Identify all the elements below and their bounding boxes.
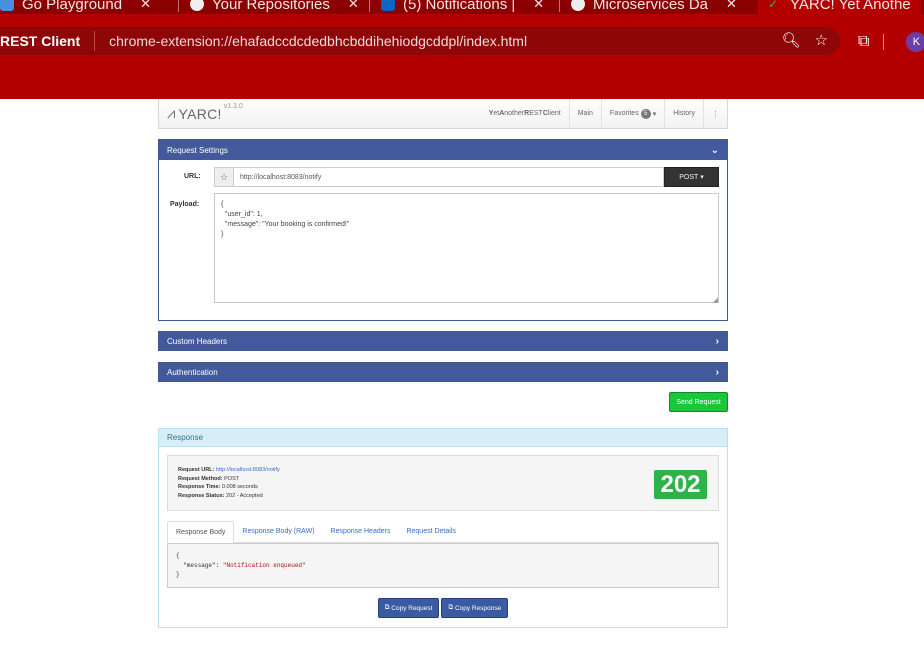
site-chip[interactable]: REST Client	[0, 31, 96, 51]
yarc-favicon-icon: ✓	[768, 0, 779, 11]
address-url[interactable]: chrome-extension://ehafadccdcdedbhcbddih…	[109, 33, 527, 49]
yarc-logo-icon: ⩘	[167, 105, 176, 122]
panel-title: Authentication	[167, 367, 218, 377]
brand-name: YARC!	[178, 106, 222, 122]
custom-headers-panel[interactable]: Custom Headers ›	[158, 331, 728, 351]
browser-tab-repositories[interactable]: Your Repositories ✕	[190, 0, 359, 14]
chevron-down-icon: ⌄	[710, 144, 719, 156]
authentication-panel[interactable]: Authentication ›	[158, 362, 728, 382]
resize-grip-icon[interactable]: ◢	[713, 296, 718, 304]
tab-title: Go Playground	[22, 0, 123, 13]
tab-response-body-raw[interactable]: Response Body (RAW)	[234, 521, 322, 542]
go-favicon-icon	[0, 0, 14, 11]
github-favicon-icon	[190, 0, 204, 11]
tab-response-headers[interactable]: Response Headers	[323, 521, 399, 542]
brand-version: v1.3.0	[223, 103, 243, 110]
chevron-right-icon: ›	[715, 366, 719, 378]
request-settings-panel: Request Settings ⌄ URL: ☆ http://localho…	[158, 139, 728, 321]
caret-down-icon: ▾	[652, 110, 657, 118]
nav-main[interactable]: Main	[568, 99, 601, 128]
app-navbar: ⩘ YARC! v1.3.0 Yet Another R EST Client M…	[158, 99, 728, 129]
browser-tab-go-playground[interactable]: Go Playground ✕	[0, 0, 151, 14]
request-method: POST	[224, 475, 240, 482]
close-icon[interactable]: ✕	[726, 0, 737, 12]
panel-title: Request Settings	[167, 145, 228, 155]
tab-request-details[interactable]: Request Details	[398, 521, 463, 542]
copy-request-button[interactable]: ⧉ Copy Request	[377, 598, 440, 618]
header-band	[0, 64, 924, 99]
request-url-link[interactable]: http://localhost:8083/notify	[216, 467, 280, 473]
close-icon[interactable]: ✕	[348, 0, 359, 12]
favorites-count-badge: 5	[640, 108, 651, 119]
tab-response-body[interactable]: Response Body	[167, 521, 235, 543]
brand[interactable]: ⩘ YARC! v1.3.0	[167, 103, 243, 122]
method-dropdown[interactable]: POST ▾	[664, 167, 719, 187]
request-settings-header[interactable]: Request Settings ⌄	[159, 140, 727, 160]
payload-label: Payload:	[170, 201, 200, 208]
address-bar[interactable]: REST Client chrome-extension://ehafadccd…	[0, 27, 840, 55]
profile-avatar[interactable]: K	[906, 32, 924, 52]
caret-down-icon: ▾	[700, 174, 704, 181]
url-input[interactable]: http://localhost:8083/notify	[234, 167, 664, 187]
panel-title: Custom Headers	[167, 336, 228, 346]
browser-tab-microservices[interactable]: Microservices Da ✕	[571, 0, 737, 14]
linkedin-favicon-icon	[381, 0, 395, 11]
close-icon[interactable]: ✕	[140, 0, 151, 12]
tab-title: YARC! Yet Anothe	[790, 0, 911, 13]
chrome-favicon-icon	[571, 0, 585, 11]
extensions-puzzle-icon[interactable]: ⧉	[858, 33, 869, 51]
response-header: Response	[159, 429, 727, 447]
tab-title: Microservices Da	[593, 0, 709, 13]
nav-tagline: Yet Another R EST Client	[488, 110, 561, 117]
tab-title: Your Repositories	[212, 0, 330, 13]
tab-strip: Go Playground ✕ Your Repositories ✕ (5) …	[0, 0, 924, 14]
copy-response-button[interactable]: ⧉ Copy Response	[441, 598, 509, 618]
response-summary: Request URL: http://localhost:8083/notif…	[167, 455, 719, 511]
status-code-badge: 202	[654, 470, 707, 499]
browser-toolbar: REST Client chrome-extension://ehafadccd…	[0, 14, 924, 64]
chevron-right-icon: ›	[715, 335, 719, 347]
response-status: 202 - Accepted	[226, 492, 263, 499]
nav-favorites[interactable]: Favorites 5 ▾	[600, 99, 664, 128]
response-time: 0.008 seconds	[221, 484, 258, 490]
response-panel: Response Request URL: http://localhost:8…	[158, 428, 728, 628]
response-body-code: { "message": "Notification enqueued" }	[167, 543, 719, 588]
copy-icon: ⧉	[384, 604, 390, 611]
send-request-button[interactable]: Send Request	[669, 392, 728, 412]
tab-title: (5) Notifications |	[403, 0, 516, 13]
browser-tab-notifications[interactable]: (5) Notifications | ✕	[381, 0, 544, 14]
yarc-app: ⩘ YARC! v1.3.0 Yet Another R EST Client M…	[158, 99, 728, 628]
response-tabs: Response Body Response Body (RAW) Respon…	[167, 521, 719, 543]
favorite-star-icon[interactable]: ☆	[214, 167, 234, 187]
url-label: URL:	[184, 173, 201, 180]
copy-icon: ⧉	[448, 604, 454, 611]
payload-textarea[interactable]: { "user_id": 1, "message": "Your booking…	[214, 193, 719, 303]
browser-tab-yarc[interactable]: ✓ YARC! Yet Anothe	[758, 0, 921, 14]
nav-more-icon[interactable]: ⋮	[703, 99, 727, 128]
zoom-icon[interactable]: 🔍︎	[782, 31, 801, 49]
bookmark-star-icon[interactable]: ☆	[815, 31, 828, 49]
nav-history[interactable]: History	[664, 99, 703, 128]
close-icon[interactable]: ✕	[533, 0, 544, 12]
